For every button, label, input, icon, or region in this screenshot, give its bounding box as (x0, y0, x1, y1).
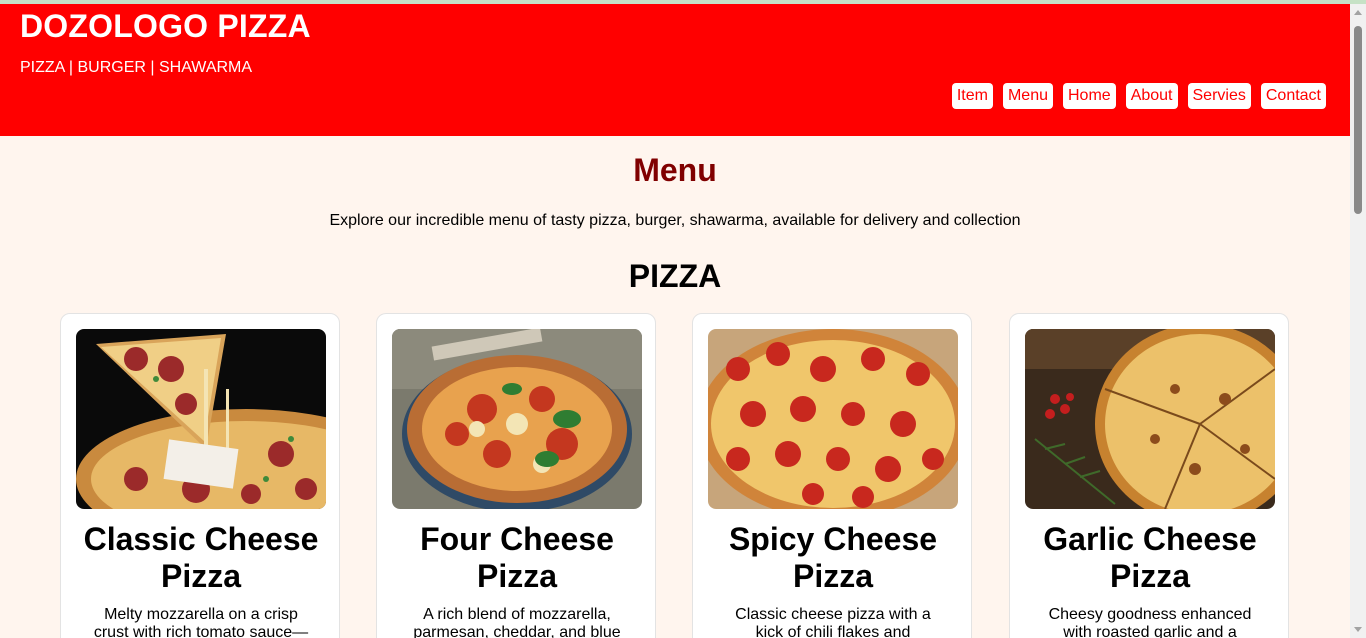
scroll-up-arrow-icon[interactable] (1354, 10, 1362, 15)
menu-card-classic-cheese: Classic Cheese Pizza Melty mozzarella on… (60, 313, 340, 638)
main-nav: Item Menu Home About Servies Contact (951, 83, 1326, 109)
nav-item-services[interactable]: Servies (1187, 83, 1251, 109)
card-description: Classic cheese pizza with a kick of chil… (735, 606, 931, 638)
nav-item-about[interactable]: About (1125, 83, 1178, 109)
nav-item-menu[interactable]: Menu (1002, 83, 1053, 109)
nav-item-item[interactable]: Item (951, 83, 993, 109)
vertical-scrollbar[interactable] (1350, 4, 1366, 638)
card-description: Cheesy goodness enhanced with roasted ga… (1048, 606, 1252, 638)
pizza-image-spicy (708, 329, 958, 509)
scroll-down-arrow-icon[interactable] (1354, 627, 1362, 632)
nav-item-home[interactable]: Home (1063, 83, 1116, 109)
menu-card-four-cheese: Four Cheese Pizza A rich blend of mozzar… (376, 313, 656, 638)
card-title: Four Cheese Pizza (420, 521, 614, 594)
pizza-image-classic (76, 329, 326, 509)
menu-card-spicy-cheese: Spicy Cheese Pizza Classic cheese pizza … (692, 313, 972, 638)
site-title: DOZOLOGO PIZZA (20, 8, 311, 44)
pizza-image-four-cheese (392, 329, 642, 509)
card-title: Classic Cheese Pizza (83, 521, 319, 594)
card-description: Melty mozzarella on a crisp crust with r… (93, 606, 309, 638)
site-header: DOZOLOGO PIZZA PIZZA | BURGER | SHAWARMA… (0, 4, 1350, 136)
card-description: A rich blend of mozzarella, parmesan, ch… (413, 606, 621, 638)
site-tagline: PIZZA | BURGER | SHAWARMA (20, 59, 253, 76)
menu-card-garlic-cheese: Garlic Cheese Pizza Cheesy goodness enha… (1009, 313, 1289, 638)
card-title: Garlic Cheese Pizza (1043, 521, 1257, 594)
menu-heading: Menu (633, 152, 717, 188)
pizza-section-heading: PIZZA (628, 258, 722, 294)
card-title: Spicy Cheese Pizza (728, 521, 938, 594)
scrollbar-thumb[interactable] (1354, 26, 1362, 214)
nav-item-contact[interactable]: Contact (1260, 83, 1326, 109)
page-viewport: DOZOLOGO PIZZA PIZZA | BURGER | SHAWARMA… (0, 4, 1350, 638)
menu-intro: Explore our incredible menu of tasty piz… (329, 212, 1021, 229)
pizza-image-garlic (1025, 329, 1275, 509)
